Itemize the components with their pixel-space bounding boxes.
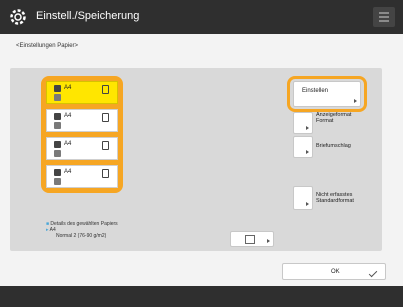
drawer-3-icon [54,141,61,148]
edit-paper-button[interactable] [230,231,274,247]
ok-label: OK [331,269,340,275]
arrow-right-icon [306,150,309,154]
einstellen-button[interactable]: Einstellen [293,81,361,107]
paper-size-label: A4 [64,141,72,147]
paper-orientation-icon [102,169,109,178]
edit-icon [245,235,255,244]
paper-orientation-icon [102,141,109,150]
drawer-2-icon [54,113,61,120]
paper-orientation-icon [102,113,109,122]
drawer-4-icon [54,169,61,176]
confirm-icon [368,268,378,278]
details-size: A4 [49,227,56,233]
paper-source-3[interactable]: A4 [46,137,118,160]
footer-bar [0,286,403,307]
briefumschlag-button[interactable] [293,136,313,158]
paper-source-2[interactable]: A4 [46,109,118,132]
paper-size-label: A4 [64,85,72,91]
details-type: Normal 2 (76-90 g/m2) [56,233,107,239]
nicht-erfasstes-format-button[interactable] [293,186,313,210]
menu-button[interactable] [373,7,395,27]
paper-type-icon [54,178,61,185]
anzeigeformat-label: Anzeigeformat Format [316,112,352,124]
arrow-right-icon [354,99,357,103]
paper-type-icon [54,150,61,157]
paper-size-label: A4 [64,113,72,119]
paper-type-icon [54,94,61,101]
title-bar: Einstell./Speicherung [0,0,403,34]
section-subtitle: <Einstellungen Papier> [16,43,79,49]
gear-icon [10,9,26,25]
page-title: Einstell./Speicherung [36,10,140,22]
einstellen-label: Einstellen [302,88,329,94]
paper-source-list: A4 A4 A4 A4 [41,76,123,193]
nicht-erfasstes-format-label: Nicht erfasstes Standardformat [316,192,354,204]
arrow-right-icon [306,202,309,206]
menu-icon [379,12,389,14]
anzeigeformat-button[interactable] [293,112,313,134]
briefumschlag-label: Briefumschlag [316,143,351,149]
drawer-1-icon [54,85,61,92]
arrow-right-icon [306,126,309,130]
details-heading: Details des gewählten Papiers [50,221,118,227]
paper-type-icon [54,122,61,129]
paper-orientation-icon [102,85,109,94]
arrow-right-icon [267,239,270,243]
paper-size-label: A4 [64,169,72,175]
ok-button[interactable]: OK [282,263,386,280]
paper-details: ■ Details des gewählten Papiers ▸ A4 Nor… [46,221,118,239]
paper-source-1[interactable]: A4 [46,81,118,104]
paper-source-4[interactable]: A4 [46,165,118,188]
